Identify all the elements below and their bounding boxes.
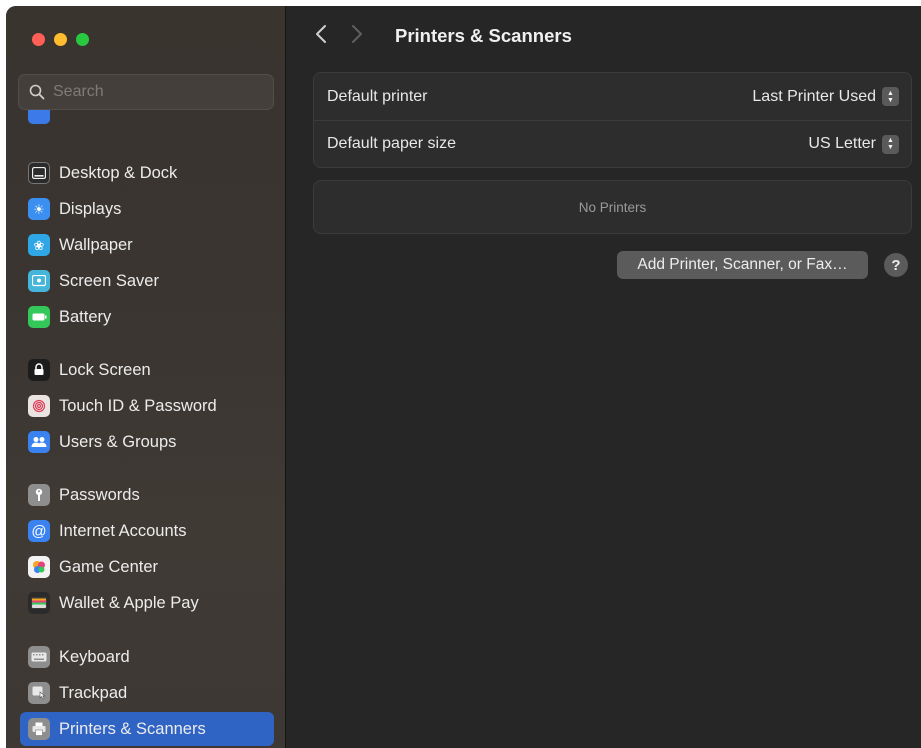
close-button[interactable] xyxy=(32,33,45,46)
window-controls xyxy=(32,33,89,46)
add-printer-button[interactable]: Add Printer, Scanner, or Fax… xyxy=(617,251,868,279)
game-center-icon xyxy=(28,556,50,578)
sidebar-item-partial[interactable] xyxy=(20,110,220,124)
screen-saver-icon xyxy=(28,270,50,292)
sidebar: Desktop & Dock ☀ Displays ❀ Wallpaper Sc… xyxy=(6,6,286,748)
sidebar-item-passwords[interactable]: Passwords xyxy=(20,478,274,512)
sidebar-item-displays[interactable]: ☀ Displays xyxy=(20,192,274,226)
sidebar-item-label: Trackpad xyxy=(59,683,128,702)
sidebar-item-label: Touch ID & Password xyxy=(59,396,217,415)
default-paper-label: Default paper size xyxy=(327,135,456,152)
empty-list-message: No Printers xyxy=(578,199,647,215)
search-icon xyxy=(29,84,45,100)
battery-icon xyxy=(28,306,50,328)
sidebar-item-label: Displays xyxy=(59,199,122,218)
sidebar-item-battery[interactable]: Battery xyxy=(20,300,274,334)
toolbar: Printers & Scanners xyxy=(315,24,572,48)
sidebar-item-wallpaper[interactable]: ❀ Wallpaper xyxy=(20,228,274,262)
wallet-icon xyxy=(28,592,50,614)
sidebar-item-label: Passwords xyxy=(59,485,140,504)
sidebar-item-label: Keyboard xyxy=(59,647,130,666)
minimize-button[interactable] xyxy=(54,33,67,46)
sidebar-item-lock-screen[interactable]: Lock Screen xyxy=(20,353,274,387)
default-paper-row: Default paper size US Letter ▲ ▼ xyxy=(314,120,911,167)
printers-list: No Printers xyxy=(313,180,912,234)
sidebar-item-touch-id[interactable]: Touch ID & Password xyxy=(20,389,274,423)
trackpad-icon xyxy=(28,682,50,704)
at-icon: @ xyxy=(28,520,50,542)
default-paper-popup[interactable]: US Letter ▲ ▼ xyxy=(808,134,899,154)
sidebar-item-screen-saver[interactable]: Screen Saver xyxy=(20,264,274,298)
sidebar-item-wallet[interactable]: Wallet & Apple Pay xyxy=(20,586,274,620)
keyboard-icon xyxy=(28,646,50,668)
sidebar-item-label: Game Center xyxy=(59,557,159,576)
defaults-group: Default printer Last Printer Used ▲ ▼ Def… xyxy=(313,72,912,168)
users-icon xyxy=(28,431,50,453)
default-printer-popup[interactable]: Last Printer Used ▲ ▼ xyxy=(752,87,899,106)
sidebar-item-label: Users & Groups xyxy=(59,432,177,451)
default-printer-label: Default printer xyxy=(327,87,428,105)
search-field[interactable] xyxy=(18,74,274,110)
sun-icon: ☀ xyxy=(28,198,50,220)
settings-window: Desktop & Dock ☀ Displays ❀ Wallpaper Sc… xyxy=(6,6,921,748)
up-down-chevron-icon: ▲ ▼ xyxy=(882,134,899,154)
sidebar-item-printers-scanners[interactable]: Printers & Scanners xyxy=(20,712,274,746)
help-button[interactable]: ? xyxy=(884,253,908,277)
partial-item-icon xyxy=(28,110,50,124)
sidebar-item-keyboard[interactable]: Keyboard xyxy=(20,640,274,674)
sidebar-item-label: Wallet & Apple Pay xyxy=(59,593,199,612)
sidebar-item-game-center[interactable]: Game Center xyxy=(20,550,274,584)
key-icon xyxy=(28,484,50,506)
sidebar-item-label: Printers & Scanners xyxy=(59,719,206,738)
sidebar-item-trackpad[interactable]: Trackpad xyxy=(20,676,274,710)
sidebar-item-label: Internet Accounts xyxy=(59,521,187,540)
sidebar-item-label: Battery xyxy=(59,307,112,326)
default-printer-value: Last Printer Used xyxy=(752,87,876,105)
desktop-dock-icon xyxy=(28,162,50,184)
sidebar-item-users-groups[interactable]: Users & Groups xyxy=(20,425,274,459)
default-printer-row: Default printer Last Printer Used ▲ ▼ xyxy=(314,73,911,120)
sidebar-item-label: Wallpaper xyxy=(59,235,133,254)
lock-icon xyxy=(28,359,50,381)
fingerprint-icon xyxy=(28,395,50,417)
flower-icon: ❀ xyxy=(28,234,50,256)
default-paper-value: US Letter xyxy=(808,135,876,152)
sidebar-item-label: Desktop & Dock xyxy=(59,163,178,182)
search-input[interactable] xyxy=(53,83,253,101)
up-down-chevron-icon: ▲ ▼ xyxy=(882,87,899,106)
content-pane: Printers & Scanners Default printer Last… xyxy=(287,6,921,748)
sidebar-item-desktop-dock[interactable]: Desktop & Dock xyxy=(20,156,274,190)
sidebar-item-label: Screen Saver xyxy=(59,271,159,290)
sidebar-item-internet-accounts[interactable]: @ Internet Accounts xyxy=(20,514,274,548)
page-title: Printers & Scanners xyxy=(395,25,572,46)
zoom-button[interactable] xyxy=(76,33,89,46)
forward-chevron-icon[interactable] xyxy=(351,24,367,48)
sidebar-item-label: Lock Screen xyxy=(59,360,151,379)
printer-icon xyxy=(28,718,50,740)
back-chevron-icon[interactable] xyxy=(315,24,331,48)
